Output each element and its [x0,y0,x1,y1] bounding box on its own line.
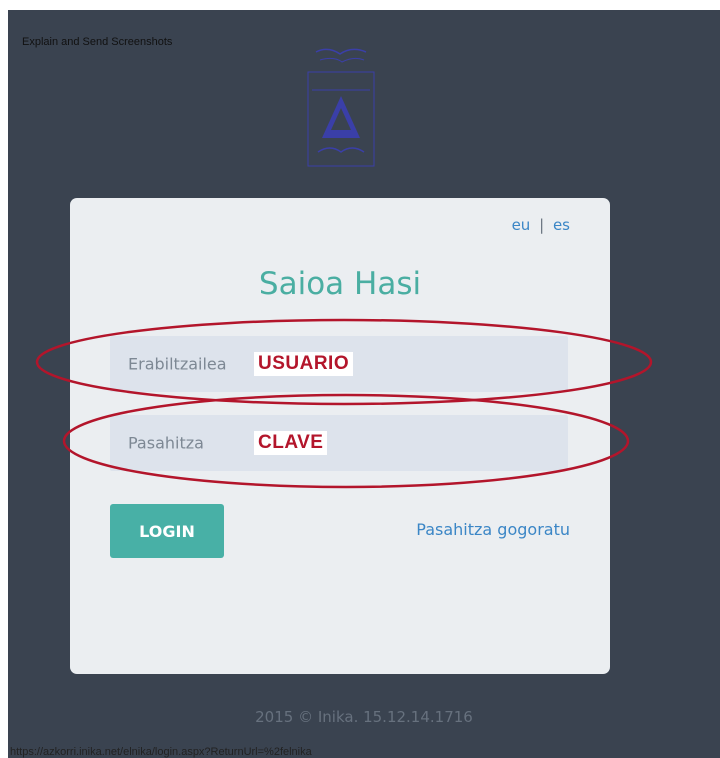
password-placeholder: Pasahitza [128,433,204,453]
username-placeholder: Erabiltzailea [128,354,227,374]
forgot-password-link[interactable]: Pasahitza gogoratu [416,520,570,539]
username-field[interactable]: Erabiltzailea USUARIO [110,336,568,392]
language-switcher: eu | es [512,216,570,234]
lang-eu-link[interactable]: eu [512,216,531,234]
login-button[interactable]: LOGIN [110,504,224,558]
password-field[interactable]: Pasahitza CLAVE [110,415,568,471]
app-window: Explain and Send Screenshots eu | es Sai… [8,10,720,758]
username-annotation: USUARIO [254,352,354,376]
status-bar-url: https://azkorri.inika.net/elnika/login.a… [10,746,312,758]
footer-copyright: 2015 © Inika. 15.12.14.1716 [255,708,473,726]
login-card: eu | es Saioa Hasi Erabiltzailea USUARIO… [70,198,610,674]
top-caption: Explain and Send Screenshots [22,36,173,48]
page-title: Saioa Hasi [258,266,422,302]
password-annotation: CLAVE [254,431,328,455]
lang-separator: | [539,216,545,234]
lang-es-link[interactable]: es [553,216,570,234]
triangle-emblem-icon [307,48,375,167]
